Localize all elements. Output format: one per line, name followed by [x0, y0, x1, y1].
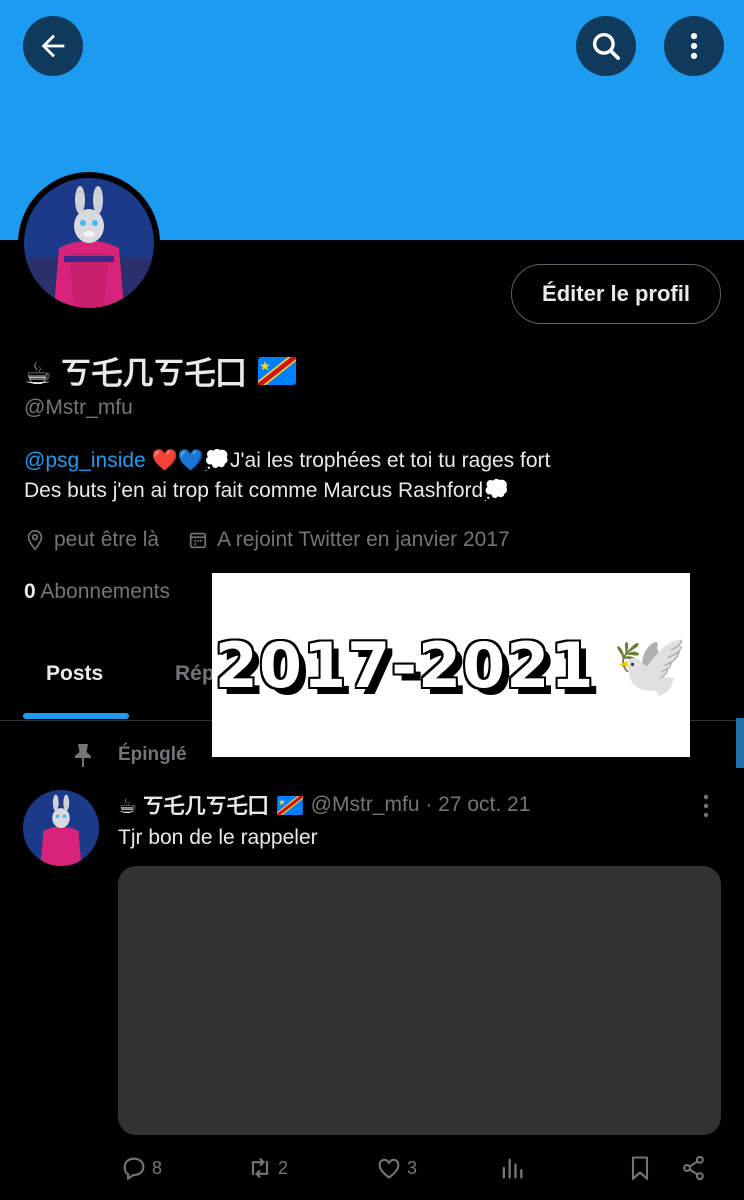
- share-icon: [683, 1155, 704, 1181]
- arrow-left-icon: [41, 34, 65, 58]
- bookmark-icon: [631, 1156, 649, 1181]
- bookmark-button[interactable]: [626, 1154, 654, 1182]
- tweet-header: ☕ ㄎ乇几ㄎ乇囗 @Mstr_mfu · 27 oct. 21: [118, 790, 530, 820]
- tweet-media[interactable]: [118, 866, 721, 1135]
- avatar-image: [24, 178, 154, 308]
- views-chart-icon: [502, 1158, 523, 1179]
- following-label: Abonnements: [40, 580, 170, 603]
- display-name-text: ☕ ㄎ乇几ㄎ乇囗: [24, 356, 247, 391]
- more-options-button[interactable]: [664, 16, 724, 76]
- views-button[interactable]: [498, 1154, 526, 1182]
- retweet-count: 2: [278, 1157, 289, 1178]
- bio-line2-text: Des buts j'en ai trop fait comme Marcus …: [24, 479, 510, 502]
- tweet-handle-date: @Mstr_mfu · 27 oct. 21: [310, 793, 531, 816]
- heart-icon: [378, 1158, 400, 1179]
- pinned-label: Épinglé: [118, 744, 187, 765]
- more-vertical-icon: [690, 32, 698, 60]
- pin-icon: [75, 744, 91, 767]
- retweet-button[interactable]: 2: [246, 1154, 288, 1182]
- display-name: ☕ ㄎ乇几ㄎ乇囗: [24, 348, 297, 393]
- scroll-edge: [736, 718, 744, 768]
- dove-emoji: 🕊️: [612, 631, 688, 699]
- profile-meta: peut être là A rejoint Twitter en janvie…: [24, 528, 510, 552]
- edit-profile-button[interactable]: Éditer le profil: [511, 264, 721, 324]
- bio-mention-link[interactable]: @psg_inside: [24, 449, 146, 472]
- profile-avatar[interactable]: [18, 172, 160, 314]
- following-link[interactable]: 0 Abonnements: [24, 580, 170, 604]
- tab-posts[interactable]: Posts: [46, 662, 103, 686]
- location-pin-icon: [27, 530, 43, 551]
- calendar-icon: [189, 532, 207, 549]
- tab-replies[interactable]: Rép: [175, 662, 215, 686]
- joined-text: A rejoint Twitter en janvier 2017: [217, 528, 510, 551]
- share-button[interactable]: [680, 1154, 708, 1182]
- retweet-icon: [251, 1157, 269, 1179]
- active-tab-indicator: [23, 713, 129, 719]
- search-button[interactable]: [576, 16, 636, 76]
- location-text: peut être là: [54, 528, 160, 551]
- reply-count: 8: [152, 1157, 163, 1178]
- overlay-years-text: 2017-2021: [214, 628, 595, 702]
- back-button[interactable]: [23, 16, 83, 76]
- bio-line1-text: ❤️💙💭J'ai les trophées et toi tu rages fo…: [145, 449, 551, 472]
- tweet-author-name[interactable]: ☕ ㄎ乇几ㄎ乇囗: [118, 790, 269, 820]
- dr-congo-flag-icon: [276, 795, 303, 815]
- dr-congo-flag-icon: [258, 356, 297, 385]
- reply-button[interactable]: 8: [120, 1154, 162, 1182]
- profile-handle: @Mstr_mfu: [24, 396, 133, 419]
- tweet-avatar[interactable]: [23, 790, 99, 866]
- tweet-text: Tjr bon de le rappeler: [118, 826, 318, 849]
- pinned-row: Épinglé: [72, 742, 187, 768]
- overlay-graphic: 2017-2021 🕊️: [212, 573, 690, 757]
- following-count: 0: [24, 580, 36, 603]
- like-count: 3: [407, 1157, 418, 1178]
- reply-icon: [123, 1157, 145, 1181]
- profile-bio: @psg_inside ❤️💙💭J'ai les trophées et toi…: [24, 446, 724, 506]
- tweet-more-icon[interactable]: [696, 792, 716, 820]
- like-button[interactable]: 3: [375, 1154, 417, 1182]
- search-icon: [592, 32, 620, 60]
- tweet-avatar-image: [23, 790, 99, 866]
